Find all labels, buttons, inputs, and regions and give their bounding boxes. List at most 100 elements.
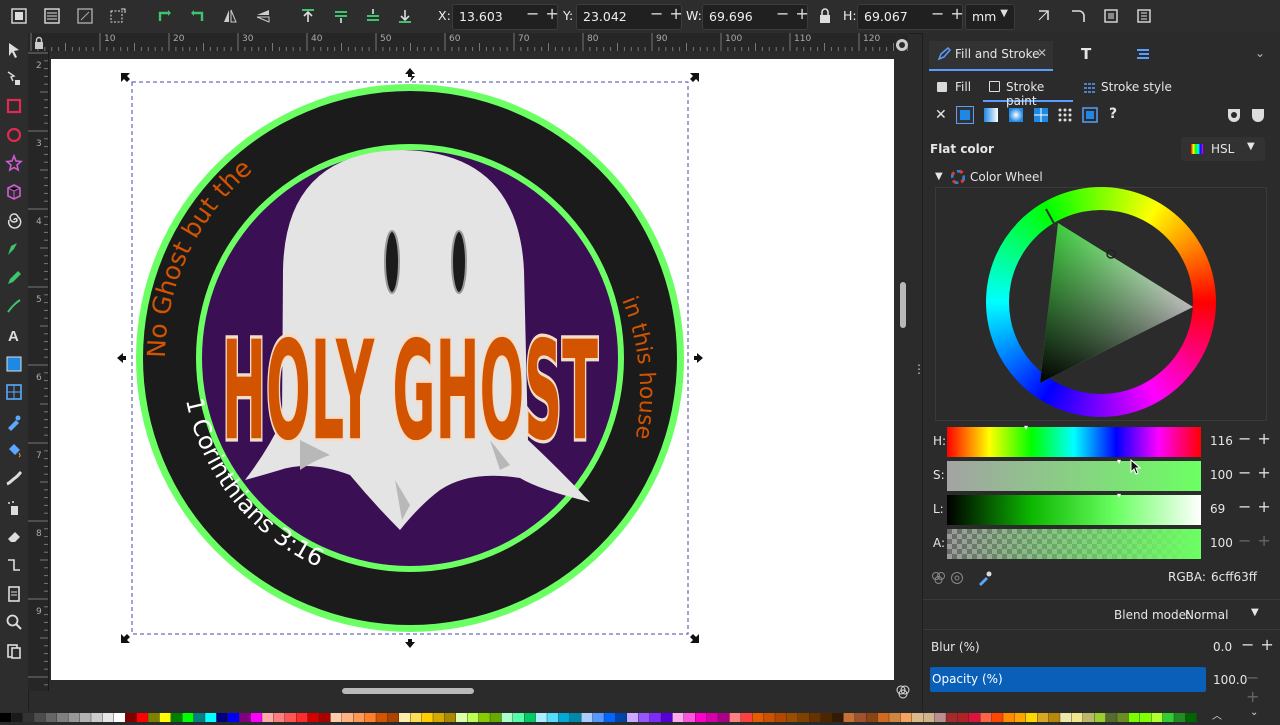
handle-left[interactable] bbox=[117, 353, 126, 363]
palette-swatch[interactable] bbox=[1174, 713, 1186, 722]
sv-triangle[interactable] bbox=[986, 187, 1216, 417]
palette-swatch[interactable] bbox=[763, 713, 775, 722]
pattern-icon[interactable] bbox=[1057, 107, 1073, 123]
palette-swatch[interactable] bbox=[1128, 713, 1140, 722]
palette-swatch[interactable] bbox=[627, 713, 638, 722]
palette-swatch[interactable] bbox=[1151, 713, 1163, 722]
palette-swatch[interactable] bbox=[820, 713, 832, 722]
palette-swatch[interactable] bbox=[239, 713, 251, 722]
palette-swatch[interactable] bbox=[661, 713, 673, 722]
color-managed-icon[interactable] bbox=[931, 571, 947, 585]
palette-swatch[interactable] bbox=[307, 713, 319, 722]
palette-swatch[interactable] bbox=[524, 713, 536, 722]
handle-top-right[interactable] bbox=[690, 73, 699, 82]
palette-swatch[interactable] bbox=[706, 713, 718, 722]
palette-swatch[interactable] bbox=[364, 713, 376, 722]
palette-swatch[interactable] bbox=[969, 713, 980, 722]
palette-swatches[interactable] bbox=[0, 713, 1280, 722]
palette-swatch[interactable] bbox=[615, 713, 627, 722]
palette-swatch[interactable] bbox=[125, 713, 137, 722]
palette-swatch[interactable] bbox=[478, 713, 490, 722]
palette-swatch[interactable] bbox=[877, 713, 889, 722]
palette-swatch[interactable] bbox=[855, 713, 866, 722]
rgba-value[interactable]: 6cff63ff bbox=[1211, 570, 1257, 584]
palette-swatch[interactable] bbox=[900, 713, 912, 722]
s-stepper[interactable]: −+ bbox=[1238, 463, 1277, 482]
palette-swatch[interactable] bbox=[604, 713, 616, 722]
palette-swatch[interactable] bbox=[638, 713, 650, 722]
handle-top-left[interactable] bbox=[121, 73, 130, 82]
palette-swatch[interactable] bbox=[1083, 713, 1094, 722]
palette-swatch[interactable] bbox=[342, 713, 353, 722]
eyedropper-icon[interactable] bbox=[977, 570, 993, 586]
palette-swatch[interactable] bbox=[205, 713, 217, 722]
slider-thumb-icon[interactable]: ▾ bbox=[1117, 457, 1121, 466]
palette-swatch[interactable] bbox=[285, 713, 296, 722]
move-gradients-icon[interactable] bbox=[1102, 7, 1120, 25]
palette-swatch[interactable] bbox=[934, 713, 946, 722]
tab-fill-stroke[interactable]: Fill and Stroke ✕ bbox=[929, 41, 1053, 71]
palette-swatch[interactable] bbox=[353, 713, 365, 722]
palette-swatch[interactable] bbox=[102, 713, 114, 722]
color-manage-icon[interactable] bbox=[895, 685, 911, 699]
palette-swatch[interactable] bbox=[649, 713, 661, 722]
palette-swatch[interactable] bbox=[889, 713, 901, 722]
palette-swatch[interactable] bbox=[262, 713, 274, 722]
unset-paint-icon[interactable]: ? bbox=[1109, 106, 1117, 122]
fill-rule-evenodd-icon[interactable] bbox=[1226, 107, 1242, 123]
palette-swatch[interactable] bbox=[1003, 713, 1015, 722]
palette-swatch[interactable] bbox=[57, 713, 68, 722]
palette-swatch[interactable] bbox=[775, 713, 787, 722]
horizontal-scrollbar[interactable] bbox=[342, 688, 474, 694]
palette-swatch[interactable] bbox=[11, 713, 23, 722]
expander-arrow-icon[interactable]: ▼ bbox=[935, 171, 943, 182]
title-text[interactable]: HOLY GHOST bbox=[219, 308, 601, 474]
palette-swatch[interactable] bbox=[1026, 713, 1037, 722]
palette-swatch[interactable] bbox=[684, 713, 695, 722]
palette-swatch[interactable] bbox=[980, 713, 992, 722]
a-value[interactable]: 100 bbox=[1210, 536, 1233, 550]
artwork[interactable]: HOLY GHOST No Ghost but the in this hous… bbox=[0, 0, 910, 711]
palette-swatch[interactable] bbox=[91, 713, 103, 722]
palette-swatch[interactable] bbox=[410, 713, 422, 722]
palette-swatch[interactable] bbox=[798, 713, 809, 722]
palette-swatch[interactable] bbox=[114, 713, 125, 722]
palette-swatch[interactable] bbox=[946, 713, 958, 722]
opacity-slider[interactable]: Opacity (%) bbox=[930, 667, 1206, 692]
palette-swatch[interactable] bbox=[957, 713, 969, 722]
palette-swatch[interactable] bbox=[1048, 713, 1060, 722]
palette-swatch[interactable] bbox=[1094, 713, 1106, 722]
palette-swatch[interactable] bbox=[1117, 713, 1129, 722]
palette-swatch[interactable] bbox=[991, 713, 1003, 722]
palette-swatch[interactable] bbox=[741, 713, 752, 722]
lightness-slider[interactable]: ▾ bbox=[947, 491, 1201, 525]
palette-swatch[interactable] bbox=[672, 713, 684, 722]
out-of-gamut-icon[interactable] bbox=[950, 571, 964, 585]
palette-swatch[interactable] bbox=[228, 713, 239, 722]
palette-swatch[interactable] bbox=[433, 713, 445, 722]
l-value[interactable]: 69 bbox=[1210, 502, 1225, 516]
palette-swatch[interactable] bbox=[923, 713, 935, 722]
l-stepper[interactable]: −+ bbox=[1238, 497, 1277, 516]
opacity-value[interactable]: 100.0 bbox=[1213, 673, 1247, 687]
palette-swatch[interactable] bbox=[1105, 713, 1117, 722]
handle-top[interactable] bbox=[405, 68, 415, 82]
zoom-correction-icon[interactable] bbox=[895, 38, 909, 52]
palette-swatch[interactable] bbox=[68, 713, 80, 722]
a-stepper[interactable]: −+ bbox=[1238, 531, 1277, 550]
palette-swatch[interactable] bbox=[718, 713, 730, 722]
s-value[interactable]: 100 bbox=[1210, 468, 1233, 482]
palette-swatch[interactable] bbox=[399, 713, 410, 722]
palette-swatch[interactable] bbox=[1140, 713, 1151, 722]
palette-swatch[interactable] bbox=[34, 713, 46, 722]
palette-swatch[interactable] bbox=[319, 713, 331, 722]
palette-swatch[interactable] bbox=[171, 713, 182, 722]
palette-swatch[interactable] bbox=[182, 713, 194, 722]
palette-swatch[interactable] bbox=[193, 713, 205, 722]
vertical-scrollbar[interactable] bbox=[900, 282, 906, 328]
color-palette[interactable]: ︿ ⌄ bbox=[0, 707, 1280, 722]
scale-stroke-icon[interactable] bbox=[1036, 7, 1054, 25]
palette-swatch[interactable] bbox=[547, 713, 559, 722]
palette-swatch[interactable] bbox=[1071, 713, 1083, 722]
handle-bottom-left[interactable] bbox=[121, 634, 130, 643]
